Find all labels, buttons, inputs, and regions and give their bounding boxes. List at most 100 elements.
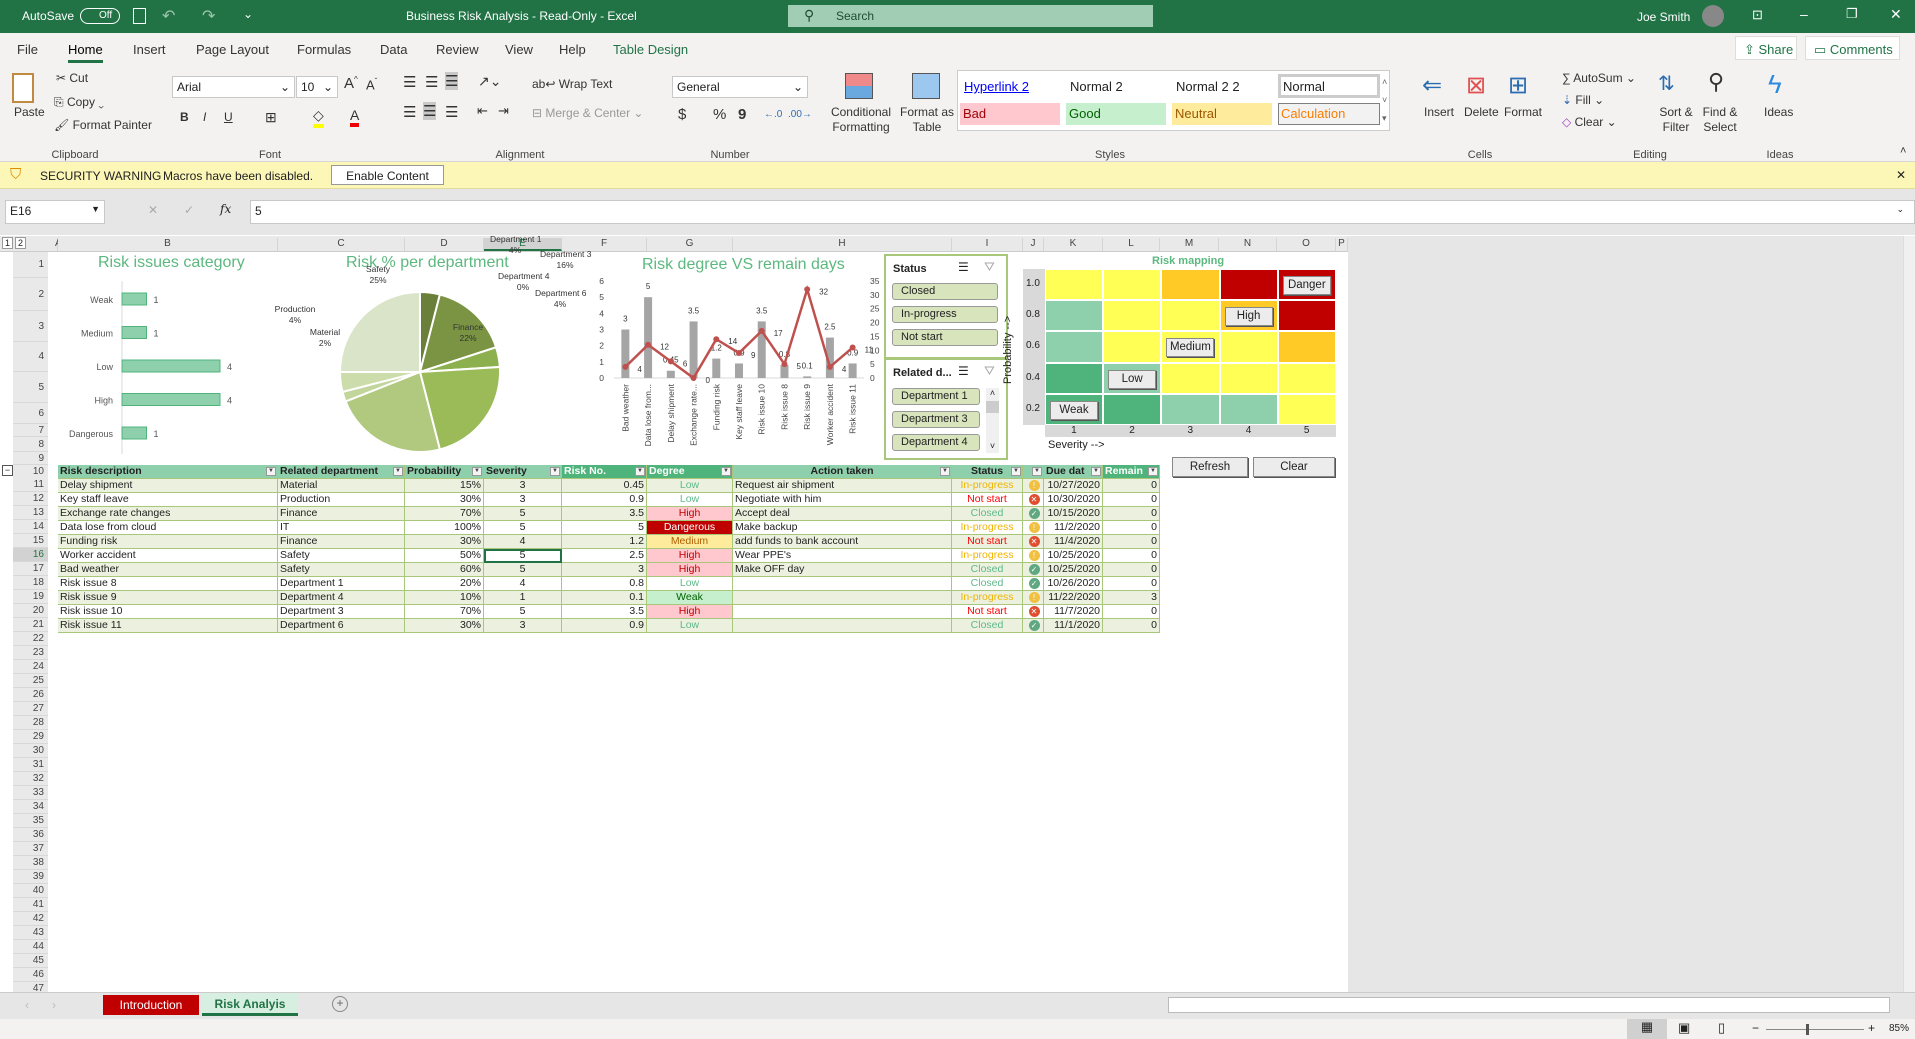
table-cell[interactable]: 10/27/2020 <box>1044 479 1103 493</box>
table-cell[interactable]: 70% <box>405 507 484 521</box>
sheet-tab-risk-analysis[interactable]: Risk Analyis <box>202 993 298 1016</box>
align-middle-icon[interactable]: ☰ <box>425 73 438 91</box>
table-cell[interactable]: Finance <box>278 507 405 521</box>
ribbon-display-icon[interactable]: ⊡ <box>1752 7 1763 23</box>
risk-map-weak-button[interactable]: Weak <box>1050 400 1098 420</box>
find-select-icon[interactable]: ⚲ <box>1708 69 1724 95</box>
font-name-select[interactable]: Arial ⌄ <box>172 76 295 98</box>
table-cell[interactable]: 0.8 <box>562 577 647 591</box>
tab-home[interactable]: Home <box>68 42 103 63</box>
align-right-icon[interactable]: ☰ <box>445 103 458 121</box>
delete-cells-button[interactable]: Delete <box>1464 105 1499 119</box>
insert-cells-icon[interactable]: ⇐ <box>1422 71 1442 100</box>
table-cell[interactable]: Key staff leave <box>58 493 278 507</box>
cut-button[interactable]: ✂ Cut <box>56 71 88 85</box>
table-cell[interactable]: In-progress <box>952 591 1023 605</box>
horizontal-scrollbar[interactable] <box>1168 997 1890 1013</box>
format-cells-button[interactable]: Format <box>1504 105 1542 119</box>
row-header-34[interactable]: 34 <box>13 800 48 814</box>
find-select-button[interactable]: Find & Select <box>1696 105 1744 135</box>
table-cell[interactable]: 5 <box>562 521 647 535</box>
table-cell[interactable]: !! <box>1023 591 1044 605</box>
row-header-15[interactable]: 15 <box>13 534 48 548</box>
table-cell[interactable]: Department 1 <box>278 577 405 591</box>
enter-icon[interactable]: ✓ <box>184 203 194 217</box>
table-cell[interactable]: 0 <box>1103 619 1160 633</box>
increase-indent-icon[interactable]: ⇥ <box>498 103 509 119</box>
table-cell[interactable]: In-progress <box>952 479 1023 493</box>
table-cell[interactable]: Make OFF day <box>733 563 952 577</box>
table-cell[interactable]: High <box>647 563 733 577</box>
align-top-icon[interactable]: ☰ <box>403 73 416 91</box>
table-cell[interactable]: 11/4/2020 <box>1044 535 1103 549</box>
slicer-item-not-start[interactable]: Not start <box>892 329 998 346</box>
slicer-item-department-1[interactable]: Department 1 <box>892 388 980 405</box>
collapse-ribbon-icon[interactable]: ˄ <box>1900 145 1906 157</box>
row-header-28[interactable]: 28 <box>13 716 48 730</box>
increase-decimal-icon[interactable]: ←.0 <box>764 109 782 120</box>
table-cell[interactable]: Closed <box>952 563 1023 577</box>
undo-icon[interactable]: ↶ <box>162 6 175 26</box>
tab-file[interactable]: File <box>17 42 38 57</box>
row-header-39[interactable]: 39 <box>13 870 48 884</box>
row-header-40[interactable]: 40 <box>13 884 48 898</box>
table-cell[interactable]: ✕x <box>1023 605 1044 619</box>
table-cell[interactable]: Low <box>647 479 733 493</box>
table-cell[interactable]: 11/2/2020 <box>1044 521 1103 535</box>
table-cell[interactable]: ✓v <box>1023 577 1044 591</box>
italic-button[interactable]: I <box>203 110 206 124</box>
table-cell[interactable]: Accept deal <box>733 507 952 521</box>
table-cell[interactable]: 11/7/2020 <box>1044 605 1103 619</box>
table-cell[interactable]: 3.5 <box>562 507 647 521</box>
font-color-icon[interactable]: A <box>350 107 360 127</box>
merge-center-button[interactable]: ⊟ Merge & Center ⌄ <box>532 106 643 120</box>
row-header-19[interactable]: 19 <box>13 590 48 604</box>
row-header-27[interactable]: 27 <box>13 702 48 716</box>
refresh-button[interactable]: Refresh <box>1172 457 1248 477</box>
decrease-indent-icon[interactable]: ⇤ <box>477 103 488 119</box>
row-header-11[interactable]: 11 <box>13 478 48 492</box>
tab-page-layout[interactable]: Page Layout <box>196 42 269 57</box>
close-icon[interactable]: ✕ <box>1890 6 1902 23</box>
table-cell[interactable]: 10/26/2020 <box>1044 577 1103 591</box>
conditional-formatting-icon[interactable] <box>845 73 873 99</box>
table-cell[interactable]: Not start <box>952 535 1023 549</box>
autosave-toggle[interactable]: Off <box>80 8 120 24</box>
table-cell[interactable]: Not start <box>952 605 1023 619</box>
table-cell[interactable]: 0.9 <box>562 619 647 633</box>
table-cell[interactable]: ✓v <box>1023 507 1044 521</box>
table-cell[interactable]: 30% <box>405 493 484 507</box>
table-cell[interactable]: add funds to bank account <box>733 535 952 549</box>
table-cell[interactable]: 100% <box>405 521 484 535</box>
orientation-icon[interactable]: ↗⌄ <box>478 73 501 90</box>
clear-filter-icon[interactable]: ⛛ <box>984 259 995 275</box>
sheet-tab-introduction[interactable]: Introduction <box>103 995 199 1015</box>
ideas-button[interactable]: Ideas <box>1764 105 1793 119</box>
table-cell[interactable]: 60% <box>405 563 484 577</box>
table-cell[interactable]: Risk issue 10 <box>58 605 278 619</box>
tab-review[interactable]: Review <box>436 42 479 57</box>
fill-color-icon[interactable]: ◇ <box>313 107 324 128</box>
table-cell[interactable]: Weak <box>647 591 733 605</box>
row-header-38[interactable]: 38 <box>13 856 48 870</box>
font-size-select[interactable]: 10 ⌄ <box>296 76 338 98</box>
table-cell[interactable]: 0 <box>1103 563 1160 577</box>
clear-map-button[interactable]: Clear <box>1253 457 1335 477</box>
prev-sheet-icon[interactable]: ‹ <box>25 998 29 1012</box>
zoom-slider[interactable] <box>1766 1024 1864 1035</box>
clear-button[interactable]: ◇ Clear ⌄ <box>1562 115 1617 129</box>
row-header-41[interactable]: 41 <box>13 898 48 912</box>
table-cell[interactable]: 1.2 <box>562 535 647 549</box>
table-cell[interactable]: 70% <box>405 605 484 619</box>
vertical-scrollbar[interactable] <box>1903 236 1915 992</box>
row-header-37[interactable]: 37 <box>13 842 48 856</box>
underline-button[interactable]: U <box>224 110 233 124</box>
zoom-in-icon[interactable]: + <box>1868 1021 1875 1035</box>
customize-qat-icon[interactable]: ⌄ <box>243 7 253 21</box>
table-cell[interactable] <box>733 591 952 605</box>
align-left-icon[interactable]: ☰ <box>403 103 416 121</box>
row-header-12[interactable]: 12 <box>13 492 48 506</box>
page-layout-view-icon[interactable]: ▣ <box>1678 1020 1690 1036</box>
table-cell[interactable]: Low <box>647 619 733 633</box>
table-cell[interactable]: High <box>647 605 733 619</box>
